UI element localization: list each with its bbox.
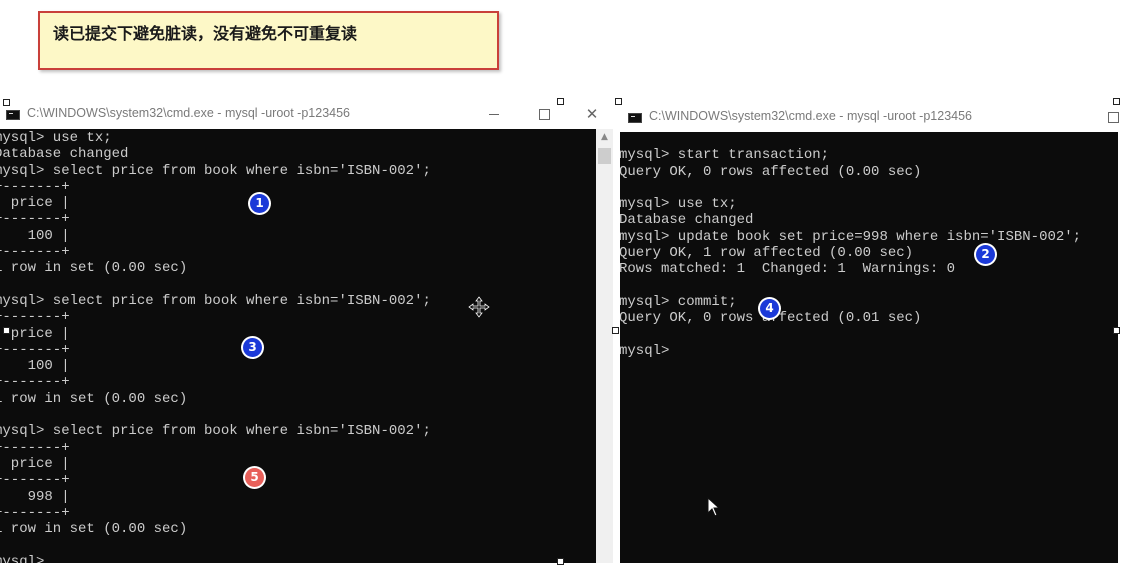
scroll-up-arrow-icon[interactable]: ▲ — [596, 129, 613, 146]
left-console-line: | price | — [0, 195, 70, 212]
move-cursor-icon — [468, 296, 490, 318]
left-console-line — [0, 407, 431, 423]
step-badge-1: 1 — [250, 194, 269, 213]
left-console-line: Database changed — [0, 146, 129, 163]
resize-handle[interactable] — [557, 558, 564, 565]
right-console-line: mysql> — [620, 342, 670, 359]
scrollbar-thumb[interactable] — [598, 148, 611, 164]
left-console-line: | 998 | — [0, 488, 70, 505]
right-cmd-window[interactable]: C:\WINDOWS\system32\cmd.exe - mysql -uro… — [617, 103, 1126, 563]
step-badge-4: 4 — [760, 299, 779, 318]
left-console-line: | 100 | — [0, 358, 70, 375]
right-console-line: mysql> commit; — [620, 293, 737, 310]
cmd-icon — [628, 113, 642, 123]
right-console-line: Query OK, 1 row affected (0.00 sec) — [620, 245, 914, 262]
annotation-note: 读已提交下避免脏读，没有避免不可重复读 — [38, 11, 499, 70]
right-console-line: Query OK, 0 rows affected (0.00 sec) — [620, 163, 922, 180]
right-console-line: Query OK, 0 rows affected (0.01 sec) — [620, 310, 922, 327]
maximize-button[interactable] — [534, 105, 554, 123]
left-console-line: mysql> select price from book where isbn… — [0, 423, 431, 440]
left-console-line: | price | — [0, 325, 70, 342]
annotation-note-text: 读已提交下避免脏读，没有避免不可重复读 — [53, 24, 358, 43]
left-console-output[interactable]: mysql> use tx; Database changed mysql> sel… — [0, 129, 596, 563]
left-window-title: C:\WINDOWS\system32\cmd.exe - mysql -uro… — [27, 106, 351, 120]
right-console-line — [620, 132, 1081, 147]
left-scrollbar[interactable]: ▲ — [596, 129, 613, 563]
close-button[interactable]: ✕ — [582, 105, 602, 123]
right-console-line: mysql> start transaction; — [620, 147, 830, 164]
left-console-line: +-------+ — [0, 211, 70, 228]
resize-handle[interactable] — [1113, 98, 1120, 105]
left-console-line: | price | — [0, 455, 70, 472]
right-console-line: Database changed — [620, 212, 754, 229]
left-console-line: +-------+ — [0, 178, 70, 195]
right-console-line — [620, 327, 1081, 343]
resize-handle[interactable] — [557, 98, 564, 105]
left-console-line: +-------+ — [0, 341, 70, 358]
left-window-titlebar[interactable]: C:\WINDOWS\system32\cmd.exe - mysql -uro… — [0, 100, 613, 129]
left-console-line: +-------+ — [0, 472, 70, 489]
right-window-title: C:\WINDOWS\system32\cmd.exe - mysql -uro… — [649, 109, 973, 123]
left-console-line: | 100 | — [0, 227, 70, 244]
left-console-line: 1 row in set (0.00 sec) — [0, 390, 188, 407]
resize-handle[interactable] — [3, 327, 10, 334]
left-console-line: +-------+ — [0, 309, 70, 326]
maximize-button[interactable] — [1103, 108, 1123, 126]
right-window-titlebar[interactable]: C:\WINDOWS\system32\cmd.exe - mysql -uro… — [617, 103, 1126, 132]
minimize-button[interactable] — [484, 105, 504, 123]
right-console-line: mysql> update book set price=998 where i… — [620, 228, 1082, 245]
right-console-line: Rows matched: 1 Changed: 1 Warnings: 0 — [620, 261, 956, 278]
left-console-line: 1 row in set (0.00 sec) — [0, 521, 188, 538]
step-badge-3: 3 — [243, 338, 262, 357]
right-console-line — [620, 278, 1081, 294]
resize-handle[interactable] — [1113, 327, 1120, 334]
left-console-line: +-------+ — [0, 374, 70, 391]
right-console-output[interactable]: mysql> start transaction; Query OK, 0 row… — [620, 132, 1118, 563]
arrow-cursor-icon — [707, 497, 721, 517]
left-console-line: mysql> — [0, 553, 45, 563]
left-console-line: +-------+ — [0, 504, 70, 521]
left-console-line: mysql> select price from book where isbn… — [0, 292, 431, 309]
left-console-line: mysql> use tx; — [0, 130, 112, 146]
left-console-line: +-------+ — [0, 439, 70, 456]
left-console-line: 1 row in set (0.00 sec) — [0, 260, 188, 277]
left-console-line: +-------+ — [0, 244, 70, 261]
left-cmd-window[interactable]: C:\WINDOWS\system32\cmd.exe - mysql -uro… — [0, 100, 613, 563]
left-console-line — [0, 537, 431, 553]
step-badge-5: 5 — [245, 468, 264, 487]
left-console-line — [0, 277, 431, 293]
left-console-lines: mysql> use tx; Database changed mysql> sel… — [0, 130, 431, 563]
right-console-line: mysql> use tx; — [620, 196, 737, 213]
resize-handle[interactable] — [615, 98, 622, 105]
resize-handle[interactable] — [612, 327, 619, 334]
cmd-icon — [6, 110, 20, 120]
right-console-line — [620, 180, 1081, 196]
left-console-line: mysql> select price from book where isbn… — [0, 162, 431, 179]
step-badge-2: 2 — [976, 245, 995, 264]
resize-handle[interactable] — [3, 99, 10, 106]
right-console-lines: mysql> start transaction; Query OK, 0 row… — [620, 132, 1081, 359]
